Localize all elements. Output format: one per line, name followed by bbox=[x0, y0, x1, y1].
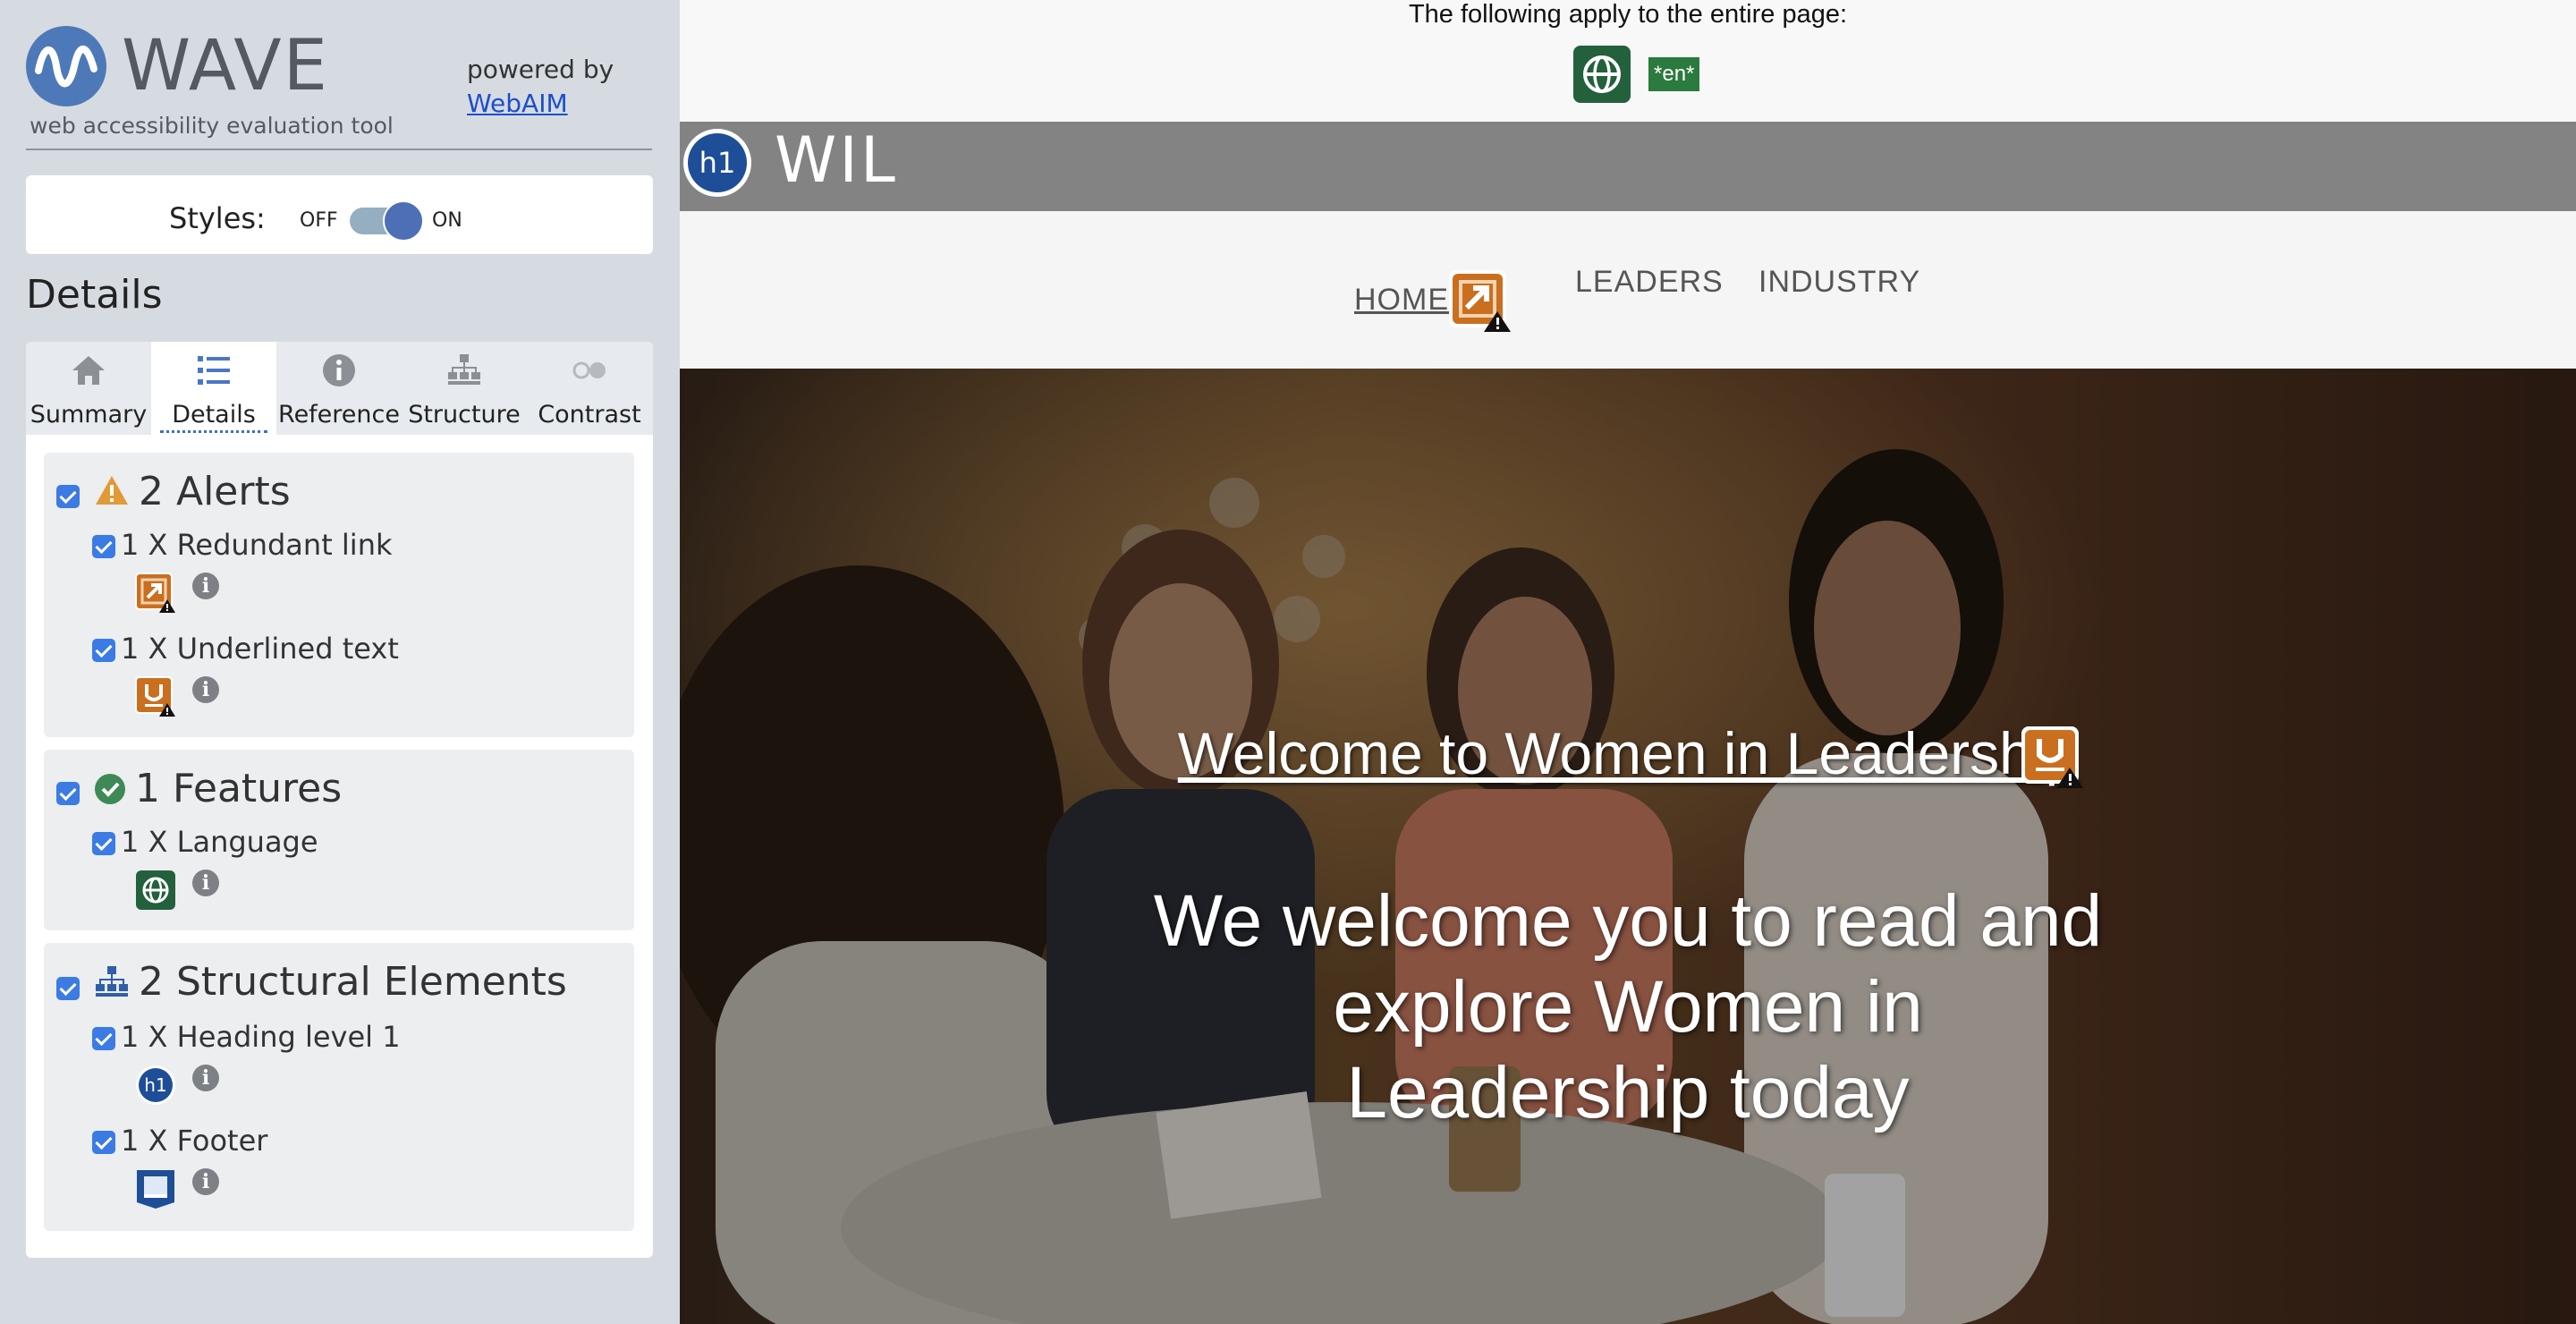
structure-group: 2 Structural Elements 1 X Heading level … bbox=[44, 943, 634, 1231]
redundant-link-checkbox[interactable] bbox=[92, 535, 115, 558]
features-checkbox[interactable] bbox=[56, 782, 80, 805]
site-header: h1 WIL bbox=[680, 122, 2576, 211]
powered-by: powered by WebAIM bbox=[467, 53, 614, 121]
details-heading: Details bbox=[26, 272, 163, 318]
heading-level-1-info-icon[interactable]: i bbox=[192, 1065, 219, 1091]
redundant-link-info-icon[interactable]: i bbox=[192, 573, 219, 599]
nav-leaders[interactable]: LEADERS bbox=[1575, 265, 1724, 300]
svg-text:h1: h1 bbox=[144, 1074, 166, 1096]
tab-reference[interactable]: Reference bbox=[276, 342, 402, 435]
language-globe-icon[interactable] bbox=[135, 870, 176, 911]
tab-structure[interactable]: Structure bbox=[402, 342, 527, 435]
language-tag[interactable]: *en* bbox=[1648, 57, 1700, 91]
tab-contrast-label: Contrast bbox=[538, 401, 641, 429]
features-group: 1 Features 1 X Language i bbox=[44, 750, 634, 930]
underline-badge-icon[interactable] bbox=[2020, 725, 2084, 789]
page-preview: The following apply to the entire page: … bbox=[680, 0, 2576, 1324]
tab-summary[interactable]: Summary bbox=[26, 342, 151, 435]
language-info-icon[interactable]: i bbox=[192, 870, 219, 896]
toggle-on-label: ON bbox=[432, 209, 462, 232]
language-checkbox[interactable] bbox=[92, 832, 115, 855]
alerts-title: 2 Alerts bbox=[139, 469, 291, 514]
tab-summary-label: Summary bbox=[30, 401, 148, 429]
footer-info-icon[interactable]: i bbox=[192, 1168, 219, 1195]
home-icon bbox=[72, 356, 105, 385]
wave-logo-icon bbox=[26, 26, 106, 106]
tab-contrast[interactable]: Contrast bbox=[527, 342, 652, 435]
features-title: 1 Features bbox=[135, 766, 343, 811]
footer-icon[interactable] bbox=[135, 1168, 176, 1209]
footer-checkbox[interactable] bbox=[92, 1131, 115, 1154]
tab-structure-label: Structure bbox=[408, 401, 521, 429]
toggle-off-label: OFF bbox=[300, 209, 338, 232]
redundant-link-icon[interactable] bbox=[135, 573, 176, 614]
tab-details-label: Details bbox=[160, 401, 267, 433]
styles-label: Styles: bbox=[169, 201, 266, 235]
redundant-link-label: 1 X Redundant link bbox=[121, 528, 393, 562]
alerts-group: 2 Alerts 1 X Redundant link i 1 X Underl… bbox=[44, 453, 634, 737]
page-level-icons-bar: The following apply to the entire page: … bbox=[680, 0, 2576, 122]
hero-heading: Welcome to Women in Leadership bbox=[1177, 720, 2079, 786]
alerts-checkbox[interactable] bbox=[56, 485, 80, 508]
hero-section: Welcome to Women in Leadership We welcom… bbox=[680, 369, 2576, 1324]
wave-logo-text: WAVE bbox=[122, 26, 329, 106]
styles-toggle-box: Styles: OFF ON bbox=[26, 175, 653, 254]
alert-triangle-icon bbox=[96, 476, 128, 505]
webaim-link[interactable]: WebAIM bbox=[467, 87, 614, 121]
check-circle-icon bbox=[95, 774, 125, 804]
language-label: 1 X Language bbox=[121, 825, 318, 859]
page-language-globe-icon[interactable] bbox=[1573, 46, 1631, 103]
structure-checkbox[interactable] bbox=[56, 977, 80, 1000]
nav-home[interactable]: HOME bbox=[1354, 283, 1449, 318]
footer-label: 1 X Footer bbox=[121, 1124, 268, 1158]
hero-photo bbox=[680, 369, 2576, 1324]
info-icon bbox=[323, 354, 355, 386]
heading-level-1-checkbox[interactable] bbox=[92, 1027, 115, 1050]
tab-reference-label: Reference bbox=[278, 401, 400, 429]
powered-by-text: powered by bbox=[467, 55, 614, 84]
contrast-icon bbox=[572, 361, 606, 379]
h1-icon[interactable]: h1 bbox=[135, 1065, 176, 1106]
divider bbox=[26, 149, 652, 150]
apply-text: The following apply to the entire page: bbox=[1408, 0, 1848, 29]
structure-hierarchy-icon bbox=[96, 966, 128, 997]
tab-details[interactable]: Details bbox=[151, 342, 276, 435]
details-panel: Summary Details Reference Structure Cont… bbox=[26, 342, 653, 1258]
hero-text: We welcome you to read and explore Women… bbox=[1153, 880, 2103, 1133]
list-icon bbox=[198, 356, 230, 385]
underlined-text-checkbox[interactable] bbox=[92, 639, 115, 662]
structure-title: 2 Structural Elements bbox=[139, 959, 567, 1005]
underline-icon[interactable] bbox=[135, 676, 176, 717]
redundant-link-badge-icon[interactable] bbox=[1447, 268, 1512, 333]
hierarchy-icon bbox=[448, 354, 480, 385]
styles-toggle-knob[interactable] bbox=[383, 200, 424, 242]
heading-level-1-label: 1 X Heading level 1 bbox=[121, 1020, 401, 1054]
underlined-text-label: 1 X Underlined text bbox=[121, 632, 399, 666]
site-nav: HOME LEADERS INDUSTRY bbox=[680, 211, 2576, 369]
tab-bar: Summary Details Reference Structure Cont… bbox=[26, 342, 653, 435]
h1-badge[interactable]: h1 bbox=[683, 129, 751, 197]
wave-sidebar: WAVE web accessibility evaluation tool p… bbox=[0, 0, 680, 1324]
site-title: WIL bbox=[775, 123, 898, 197]
h1-badge-label: h1 bbox=[688, 133, 747, 192]
underlined-text-info-icon[interactable]: i bbox=[192, 676, 219, 703]
wave-logo-subtitle: web accessibility evaluation tool bbox=[30, 113, 394, 139]
nav-industry[interactable]: INDUSTRY bbox=[1758, 265, 1920, 300]
